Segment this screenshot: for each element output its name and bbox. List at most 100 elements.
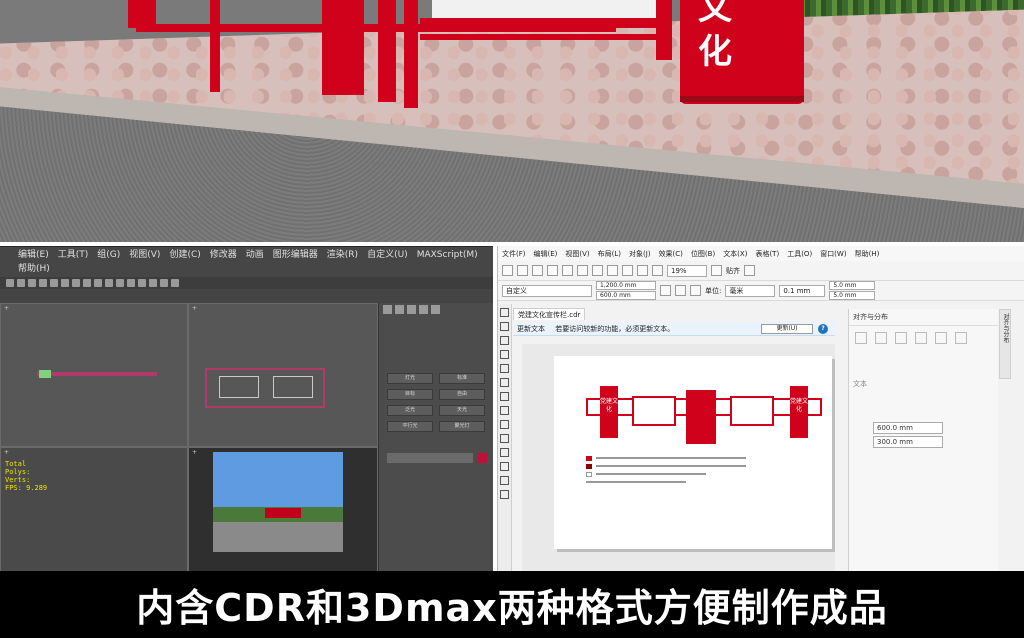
modify-tab-icon[interactable] — [395, 305, 404, 314]
zoom-level[interactable]: 19% — [667, 264, 707, 277]
layer-icon[interactable] — [127, 279, 135, 287]
drawing-page[interactable]: 党建文化 党建文化 — [554, 356, 832, 549]
cdr-menu-text[interactable]: 文本(X) — [723, 249, 747, 258]
crop-tool-icon[interactable] — [500, 336, 509, 345]
dropshadow-tool-icon[interactable] — [500, 462, 509, 471]
viewport-front[interactable]: + — [188, 303, 378, 447]
cdr-menu-edit[interactable]: 编辑(E) — [534, 249, 558, 258]
motion-tab-icon[interactable] — [419, 305, 428, 314]
artistic-media-icon[interactable] — [500, 378, 509, 387]
help-icon[interactable]: ? — [818, 324, 828, 334]
align-top-icon[interactable] — [915, 332, 927, 344]
ellipse-tool-icon[interactable] — [500, 406, 509, 415]
align-bottom-icon[interactable] — [955, 332, 967, 344]
polygon-tool-icon[interactable] — [500, 420, 509, 429]
max-menu-group[interactable]: 组(G) — [97, 249, 120, 263]
cdr-menu-help[interactable]: 帮助(H) — [855, 249, 880, 258]
import-icon[interactable] — [637, 265, 648, 276]
color-swatch[interactable] — [477, 453, 487, 463]
cmd-btn-4[interactable]: 自由 — [439, 389, 485, 400]
cmd-btn-7[interactable]: 平行光 — [387, 421, 433, 432]
paste-icon[interactable] — [592, 265, 603, 276]
undo-icon[interactable] — [6, 279, 14, 287]
open-icon[interactable] — [517, 265, 528, 276]
align-middle-icon[interactable] — [935, 332, 947, 344]
full-screen-icon[interactable] — [711, 265, 722, 276]
connector-tool-icon[interactable] — [500, 448, 509, 457]
docker-x-field[interactable]: 600.0 mm — [873, 422, 943, 434]
cdr-menu-layout[interactable]: 布局(L) — [598, 249, 621, 258]
cdr-menu-tools[interactable]: 工具(O) — [787, 249, 812, 258]
drawing-canvas[interactable]: 党建文化 党建文化 — [522, 344, 835, 571]
cdr-menu-effects[interactable]: 效果(C) — [659, 249, 683, 258]
shape-tool-icon[interactable] — [500, 322, 509, 331]
zoom-tool-icon[interactable] — [500, 350, 509, 359]
align-center-icon[interactable] — [875, 332, 887, 344]
new-icon[interactable] — [502, 265, 513, 276]
pick-tool-icon[interactable] — [500, 308, 509, 317]
fill-tool-icon[interactable] — [500, 490, 509, 499]
mirror-icon[interactable] — [105, 279, 113, 287]
cmd-btn-1[interactable]: 灯光 — [387, 373, 433, 384]
print-icon[interactable] — [547, 265, 558, 276]
document-tab[interactable]: 党建文化宣传栏.cdr — [513, 308, 586, 320]
cmd-btn-3[interactable]: 目标 — [387, 389, 433, 400]
undo-icon[interactable] — [607, 265, 618, 276]
copy-icon[interactable] — [577, 265, 588, 276]
max-menu-customize[interactable]: 自定义(U) — [367, 249, 408, 263]
cdr-menu-file[interactable]: 文件(F) — [502, 249, 526, 258]
align-icon[interactable] — [116, 279, 124, 287]
cdr-menu-view[interactable]: 视图(V) — [565, 249, 589, 258]
cdr-menu-object[interactable]: 对象(J) — [629, 249, 651, 258]
cdr-menu-window[interactable]: 窗口(W) — [820, 249, 846, 258]
scale-icon[interactable] — [83, 279, 91, 287]
page-width-field[interactable]: 1,200.0 mm — [596, 281, 656, 290]
name-field[interactable] — [387, 453, 473, 463]
hierarchy-tab-icon[interactable] — [407, 305, 416, 314]
eyedropper-tool-icon[interactable] — [500, 476, 509, 485]
create-tab-icon[interactable] — [383, 305, 392, 314]
docker-side-tab[interactable]: 对齐与分布 — [999, 309, 1011, 379]
move-icon[interactable] — [61, 279, 69, 287]
align-left-icon[interactable] — [855, 332, 867, 344]
rectangle-tool-icon[interactable] — [500, 392, 509, 401]
page-height-field[interactable]: 600.0 mm — [596, 291, 656, 300]
display-tab-icon[interactable] — [431, 305, 440, 314]
max-menu-help[interactable]: 帮助(H) — [18, 263, 50, 277]
curve-editor-icon[interactable] — [138, 279, 146, 287]
rotate-icon[interactable] — [72, 279, 80, 287]
max-menu-create[interactable]: 创建(C) — [169, 249, 200, 263]
unit-select[interactable]: 毫米 — [725, 284, 776, 297]
freehand-tool-icon[interactable] — [500, 364, 509, 373]
all-pages-icon[interactable] — [690, 285, 701, 296]
snap-to-label[interactable]: 贴齐 — [726, 266, 740, 276]
material-editor-icon[interactable] — [149, 279, 157, 287]
cdr-menu-bitmaps[interactable]: 位图(B) — [691, 249, 715, 258]
link-icon[interactable] — [28, 279, 36, 287]
max-menu-modifiers[interactable]: 修改器 — [210, 249, 237, 263]
viewport-perspective[interactable]: + — [188, 447, 378, 571]
nudge-field[interactable]: 0.1 mm — [779, 284, 826, 297]
redo-icon[interactable] — [17, 279, 25, 287]
options-icon[interactable] — [744, 265, 755, 276]
docker-y-field[interactable]: 300.0 mm — [873, 436, 943, 448]
max-menu-graph-editors[interactable]: 图形编辑器 — [273, 249, 318, 263]
cmd-btn-5[interactable]: 泛光 — [387, 405, 433, 416]
viewport-top[interactable]: + — [0, 303, 188, 447]
duplicate-y-field[interactable]: 5.0 mm — [829, 291, 876, 300]
cdr-menu-table[interactable]: 表格(T) — [755, 249, 779, 258]
render-setup-icon[interactable] — [160, 279, 168, 287]
align-right-icon[interactable] — [895, 332, 907, 344]
max-menu-maxscript[interactable]: MAXScript(M) — [417, 249, 478, 263]
update-button[interactable]: 更新(U) — [761, 324, 813, 334]
unlink-icon[interactable] — [39, 279, 47, 287]
redo-icon[interactable] — [622, 265, 633, 276]
max-menu-tools[interactable]: 工具(T) — [58, 249, 89, 263]
cmd-btn-6[interactable]: 天光 — [439, 405, 485, 416]
cmd-btn-8[interactable]: 聚光灯 — [439, 421, 485, 432]
duplicate-x-field[interactable]: 5.0 mm — [829, 281, 876, 290]
max-menu-views[interactable]: 视图(V) — [129, 249, 160, 263]
page-preset-select[interactable]: 自定义 — [502, 284, 592, 297]
max-menu-edit[interactable]: 编辑(E) — [18, 249, 49, 263]
render-icon[interactable] — [171, 279, 179, 287]
